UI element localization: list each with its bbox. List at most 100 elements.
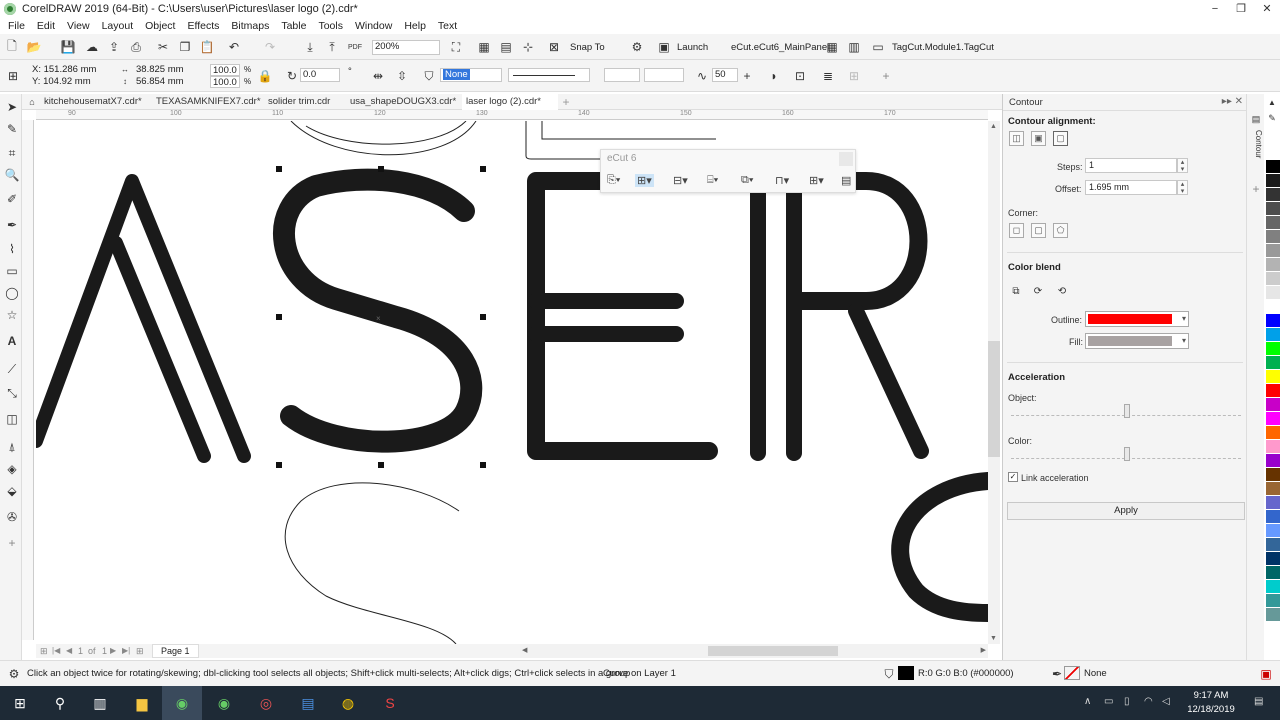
palette-swatch[interactable] xyxy=(1266,538,1280,551)
next-page-icon[interactable]: ▶ xyxy=(110,646,116,655)
fill-color-picker[interactable]: ▾ xyxy=(1085,333,1189,349)
new-document-icon[interactable]: 🗋 xyxy=(4,39,20,55)
line-style-dropdown[interactable] xyxy=(508,68,590,82)
tab-texasamknife[interactable]: TEXASAMKNIFEX7.cdr* xyxy=(156,94,262,110)
palette-swatch[interactable] xyxy=(1266,314,1280,327)
palette-swatch[interactable] xyxy=(1266,468,1280,481)
object-acceleration-slider[interactable] xyxy=(1011,404,1241,418)
ecut-close-button[interactable] xyxy=(839,152,853,166)
palette-swatch[interactable] xyxy=(1266,412,1280,425)
pen-tool-icon[interactable]: ⌇ xyxy=(3,240,21,258)
windows-start-icon[interactable]: ⊞ xyxy=(0,686,40,720)
ecut-tool-5-icon[interactable]: ⧉▾ xyxy=(741,174,753,187)
palette-swatch[interactable] xyxy=(1266,272,1280,285)
close-button[interactable]: ✕ xyxy=(1254,0,1280,18)
show-rulers-icon[interactable]: ▦ xyxy=(476,39,492,55)
palette-swatch[interactable] xyxy=(1266,566,1280,579)
options-gear-icon[interactable]: ⚙ xyxy=(628,39,646,55)
contour-side-tab[interactable]: Contour xyxy=(1249,130,1263,180)
tab-kitchehousemat[interactable]: kitchehousematX7.cdr* xyxy=(44,94,152,110)
object-acceleration-knob[interactable] xyxy=(1124,404,1130,418)
pdf-icon[interactable]: PDF xyxy=(346,39,364,55)
docker-controls-icon[interactable]: ▸▸ ✕ xyxy=(1222,96,1243,107)
ellipse-tool-icon[interactable]: ◯ xyxy=(3,284,21,302)
corner-bevel-button[interactable]: ⬠ xyxy=(1053,223,1068,238)
contour-outside-button[interactable]: ▢ xyxy=(1053,131,1068,146)
wifi-icon[interactable]: ◠ xyxy=(1144,696,1153,707)
coreldraw-taskbar-icon[interactable]: ◉ xyxy=(162,686,202,720)
menu-view[interactable]: View xyxy=(61,20,96,32)
scroll-left-icon[interactable]: ◀ xyxy=(522,646,527,654)
search-icon[interactable]: ⚲ xyxy=(40,686,80,720)
menu-help[interactable]: Help xyxy=(398,20,432,32)
color-acceleration-slider[interactable] xyxy=(1011,447,1241,461)
origin-grid-icon[interactable]: ⊞ xyxy=(4,68,22,84)
end-arrow-dropdown[interactable] xyxy=(644,68,684,82)
palette-swatch[interactable] xyxy=(1266,454,1280,467)
menu-tools[interactable]: Tools xyxy=(312,20,349,32)
table-icon[interactable]: ▥ xyxy=(846,39,862,55)
menu-window[interactable]: Window xyxy=(349,20,398,32)
save-icon[interactable]: 💾 xyxy=(60,39,76,55)
status-extra-icon[interactable]: ▣ xyxy=(1258,666,1274,682)
zoom-level-field[interactable]: 200% xyxy=(372,40,440,55)
palette-swatch[interactable] xyxy=(1266,328,1280,341)
palette-swatch[interactable] xyxy=(1266,426,1280,439)
palette-swatch[interactable] xyxy=(1266,440,1280,453)
print-icon[interactable]: ⎙ xyxy=(128,39,144,55)
plus-icon[interactable]: + xyxy=(740,68,754,84)
outline-pen-icon[interactable]: ✇ xyxy=(3,508,21,526)
palette-swatch[interactable] xyxy=(1266,524,1280,537)
page-add-first-icon[interactable]: ⊞ xyxy=(40,646,48,657)
start-arrow-dropdown[interactable] xyxy=(604,68,640,82)
task-view-icon[interactable]: ▥ xyxy=(80,686,120,720)
ecut-main-panel-button[interactable]: eCut.eCut6_MainPanel xyxy=(731,42,829,53)
tab-usa-shape[interactable]: usa_shapeDOUGX3.cdr* xyxy=(350,94,458,110)
home-icon[interactable]: ⌂ xyxy=(26,96,38,108)
app-red-icon[interactable]: ◎ xyxy=(246,686,286,720)
object-properties-icon[interactable]: ▤ xyxy=(1249,112,1263,126)
close-curve-icon[interactable]: ◗ xyxy=(766,68,782,84)
palette-swatch[interactable] xyxy=(1266,300,1280,313)
new-tab-icon[interactable]: + xyxy=(560,95,572,109)
horizontal-scrollbar[interactable]: ◀ ▶ xyxy=(520,644,988,658)
palette-swatch[interactable] xyxy=(1266,608,1280,621)
redo-icon[interactable]: ↷ xyxy=(262,39,278,55)
volume-icon[interactable]: ◁ xyxy=(1162,696,1170,707)
shape-tool-icon[interactable]: ✎ xyxy=(3,120,21,138)
menu-table[interactable]: Table xyxy=(275,20,312,32)
palette-swatch[interactable] xyxy=(1266,230,1280,243)
mirror-horizontal-icon[interactable]: ⇹ xyxy=(370,68,386,84)
launch-icon[interactable]: ▣ xyxy=(656,39,672,55)
corner-miter-button[interactable]: ◻ xyxy=(1009,223,1024,238)
last-page-icon[interactable]: ▶| xyxy=(122,646,130,655)
ecut-tool-2-icon[interactable]: ⊞▾ xyxy=(635,174,654,187)
palette-swatch[interactable] xyxy=(1266,580,1280,593)
notifications-icon[interactable]: ▤ xyxy=(1254,696,1263,707)
drawing-canvas[interactable]: × xyxy=(36,121,988,644)
launch-label[interactable]: Launch xyxy=(677,42,708,53)
first-page-icon[interactable]: |◀ xyxy=(52,646,60,655)
crop-tool-icon[interactable]: ⌗ xyxy=(3,144,21,162)
horizontal-scroll-thumb[interactable] xyxy=(708,646,838,656)
prev-page-icon[interactable]: ◀ xyxy=(66,646,72,655)
scroll-right-icon[interactable]: ▶ xyxy=(981,646,986,654)
export-icon[interactable]: ⤒ xyxy=(324,39,340,55)
tab-solider-trim[interactable]: solider trim.cdr xyxy=(268,94,344,110)
blend-counterclockwise-icon[interactable]: ⟲ xyxy=(1055,284,1069,298)
battery-icon[interactable]: ▯ xyxy=(1124,696,1130,707)
palette-swatch[interactable] xyxy=(1266,342,1280,355)
menu-file[interactable]: File xyxy=(2,20,31,32)
y-position-field[interactable]: Y: 104.92 mm xyxy=(30,76,114,90)
page-1-tab[interactable]: Page 1 xyxy=(152,644,199,658)
horizontal-ruler[interactable]: 90 100 110 120 130 140 150 160 170 xyxy=(36,110,988,120)
connector-tool-icon[interactable]: ⤡ xyxy=(3,384,21,402)
undo-icon[interactable]: ↶ xyxy=(226,39,242,55)
tab-laser-logo[interactable]: laser logo (2).cdr* xyxy=(462,94,558,110)
add-tool-icon[interactable]: + xyxy=(3,534,21,552)
palette-swatch[interactable] xyxy=(1266,160,1280,173)
palette-swatch[interactable] xyxy=(1266,146,1280,159)
contour-center-button[interactable]: ▣ xyxy=(1031,131,1046,146)
system-clock[interactable]: 9:17 AM 12/18/2019 xyxy=(1176,689,1246,717)
vertical-ruler[interactable] xyxy=(22,120,34,640)
